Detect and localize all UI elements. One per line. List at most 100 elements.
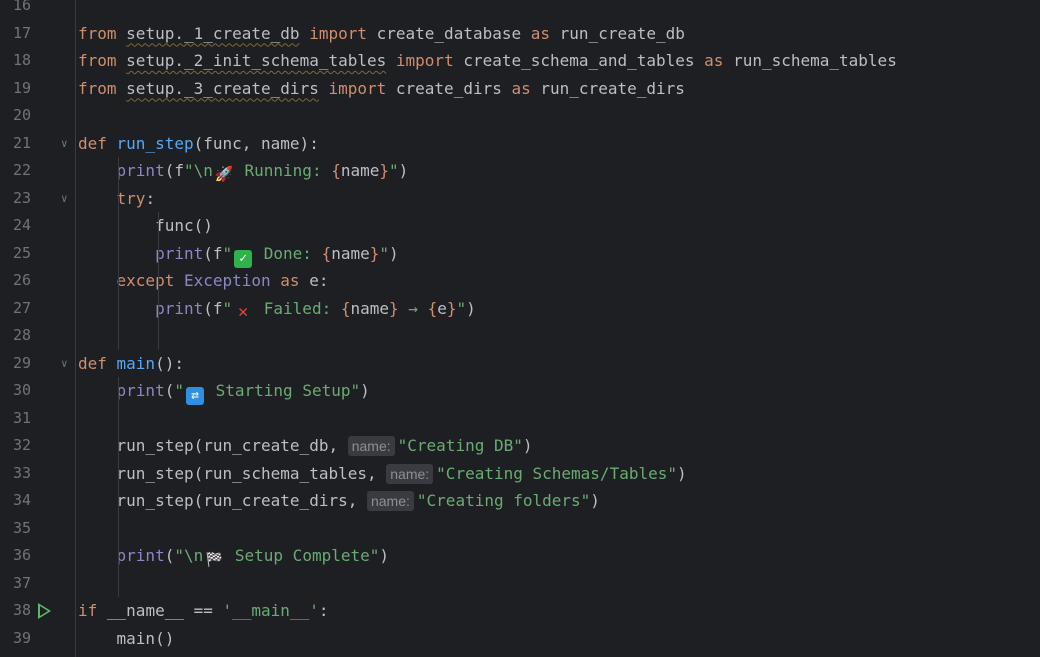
code-text[interactable]: print(f"\n 🚀 Running: {name}") [78, 157, 409, 185]
code-line[interactable]: 34 run_step(run_create_dirs, name: "Creat… [0, 487, 1040, 515]
rocket-emoji-icon: 🚀 [214, 165, 234, 183]
code-token: run_create_db [559, 23, 685, 43]
code-text[interactable]: print(f" ✓ Done: {name}") [78, 240, 399, 268]
code-line[interactable]: 21 ∨ def run_step(func, name): [0, 130, 1040, 158]
chevron-down-icon[interactable]: ∨ [61, 350, 68, 378]
line-number[interactable]: 34 [0, 487, 31, 515]
code-token: (f [203, 298, 223, 318]
code-line[interactable]: 35 [0, 515, 1040, 543]
code-token: as [530, 23, 560, 43]
code-text[interactable]: if __name__ == '__main__': [78, 597, 328, 625]
run-gutter-icon[interactable] [38, 603, 51, 619]
line-number[interactable]: 30 [0, 377, 31, 405]
line-number[interactable]: 21 [0, 130, 31, 158]
line-number[interactable]: 29 [0, 350, 31, 378]
line-number[interactable]: 32 [0, 432, 31, 460]
code-token: func() [78, 216, 213, 235]
code-token: from [78, 78, 127, 98]
code-token: { [427, 298, 438, 318]
code-token: try [116, 188, 146, 208]
line-number[interactable]: 17 [0, 20, 31, 48]
code-line[interactable]: 29 ∨ def main(): [0, 350, 1040, 378]
code-text[interactable]: run_step(run_create_dirs, name: "Creating… [78, 487, 600, 515]
code-token: run_step(run_schema_tables, [78, 463, 387, 483]
code-text[interactable]: run_step(run_create_db, name: "Creating D… [78, 432, 533, 460]
code-line[interactable]: 38 if __name__ == '__main__': [0, 597, 1040, 625]
code-token: ) [389, 243, 399, 263]
line-number[interactable]: 33 [0, 460, 31, 488]
code-text[interactable]: func() [78, 212, 213, 240]
code-token: " [456, 298, 467, 318]
line-number[interactable]: 39 [0, 625, 31, 653]
line-number[interactable]: 19 [0, 75, 31, 103]
line-number[interactable]: 26 [0, 267, 31, 295]
code-text[interactable]: print(" ⇄ Starting Setup") [78, 377, 370, 405]
line-number[interactable]: 37 [0, 570, 31, 598]
code-line[interactable]: 22 print(f"\n 🚀 Running: {name}") [0, 157, 1040, 185]
code-token: import [318, 78, 396, 98]
code-text[interactable]: from setup._1_create_db import create_da… [78, 20, 685, 48]
flag-emoji-icon: 🏁 [205, 552, 223, 568]
code-line[interactable]: 20 [0, 102, 1040, 130]
line-number[interactable]: 20 [0, 102, 31, 130]
code-line[interactable]: 26 except Exception as e: [0, 267, 1040, 295]
code-line[interactable]: 36 print("\n 🏁 Setup Complete") [0, 542, 1040, 570]
code-token: (): [155, 353, 184, 373]
code-token: __name__ == [106, 601, 223, 620]
code-token: run_step(run_create_dirs, [78, 491, 367, 510]
code-token: " [222, 298, 233, 318]
line-number[interactable]: 22 [0, 157, 31, 185]
code-token: run_create_dirs [540, 78, 685, 98]
line-number[interactable]: 28 [0, 322, 31, 350]
line-number[interactable]: 25 [0, 240, 31, 268]
code-line[interactable]: 27 print(f" ✕ Failed: {name} → {e}") [0, 295, 1040, 323]
code-text[interactable]: def run_step(func, name): [78, 130, 319, 158]
code-line[interactable]: 24 func() [0, 212, 1040, 240]
code-text[interactable]: main() [78, 625, 175, 653]
code-text[interactable]: def main(): [78, 350, 184, 378]
code-token: setup._1_create_db [126, 23, 300, 43]
chevron-down-icon[interactable]: ∨ [61, 130, 68, 158]
code-line[interactable]: 25 print(f" ✓ Done: {name}") [0, 240, 1040, 268]
code-token: } [369, 243, 380, 263]
line-number[interactable]: 38 [0, 597, 31, 625]
cross-emoji-icon: ✕ [238, 301, 249, 322]
code-line[interactable]: 37 [0, 570, 1040, 598]
code-text[interactable]: try: [78, 185, 156, 213]
code-token: "Creating Schemas/Tables" [436, 463, 677, 483]
line-number[interactable]: 27 [0, 295, 31, 323]
line-number[interactable]: 36 [0, 542, 31, 570]
code-token: (f [203, 243, 223, 263]
code-line[interactable]: 18 from setup._2_init_schema_tables impor… [0, 47, 1040, 75]
line-number[interactable]: 35 [0, 515, 31, 543]
line-number[interactable]: 24 [0, 212, 31, 240]
line-number[interactable]: 31 [0, 405, 31, 433]
code-line[interactable]: 19 from setup._3_create_dirs import creat… [0, 75, 1040, 103]
line-number[interactable]: 16 [0, 0, 31, 20]
code-line[interactable]: 33 run_step(run_schema_tables, name: "Cre… [0, 460, 1040, 488]
code-text[interactable]: except Exception as e: [78, 267, 329, 295]
code-line[interactable]: 17 from setup._1_create_db import create_… [0, 20, 1040, 48]
code-text[interactable]: run_step(run_schema_tables, name: "Creati… [78, 460, 687, 488]
line-number[interactable]: 18 [0, 47, 31, 75]
code-line[interactable]: 16 [0, 0, 1040, 20]
code-text[interactable]: from setup._2_init_schema_tables import … [78, 47, 897, 75]
code-token: main() [78, 628, 175, 648]
code-token: : [318, 601, 329, 620]
code-line[interactable]: 39 main() [0, 625, 1040, 653]
line-number[interactable]: 23 [0, 185, 31, 213]
code-line[interactable]: 31 [0, 405, 1040, 433]
code-editor[interactable]: 16 17 from setup._1_create_db import creat… [0, 0, 1040, 657]
code-text[interactable]: from setup._3_create_dirs import create_… [78, 75, 685, 103]
code-line[interactable]: 32 run_step(run_create_db, name: "Creatin… [0, 432, 1040, 460]
code-token: from [78, 23, 127, 43]
code-text[interactable]: print(f" ✕ Failed: {name} → {e}") [78, 295, 476, 323]
chevron-down-icon[interactable]: ∨ [61, 185, 68, 213]
code-line[interactable]: 30 print(" ⇄ Starting Setup") [0, 377, 1040, 405]
code-token: if [78, 601, 107, 620]
code-text[interactable]: print("\n 🏁 Setup Complete") [78, 542, 389, 570]
code-line[interactable]: 23 ∨ try: [0, 185, 1040, 213]
code-line[interactable]: 28 [0, 322, 1040, 350]
